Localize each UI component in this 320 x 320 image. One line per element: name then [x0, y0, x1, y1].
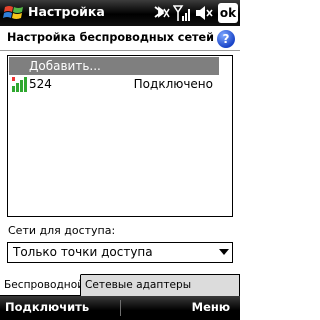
- connect-softkey[interactable]: Подключить: [5, 300, 89, 314]
- softkey-bar: Подключить Меню: [0, 296, 240, 320]
- network-list[interactable]: Добавить... 524 Подключено: [7, 55, 233, 217]
- page-heading: Настройка беспроводных сетей ?: [0, 26, 240, 52]
- app-title: Настройка: [28, 4, 105, 19]
- tab-network-adapters[interactable]: Сетевые адаптеры: [81, 274, 240, 296]
- tab-wireless[interactable]: Беспроводной: [0, 274, 84, 296]
- add-network-item[interactable]: Добавить...: [9, 57, 219, 75]
- page-title: Настройка беспроводных сетей: [7, 31, 214, 44]
- networks-to-access-label: Сети для доступа:: [8, 224, 116, 237]
- networks-to-access-select[interactable]: Только точки доступа: [7, 242, 233, 263]
- title-bar: Настройка ok: [0, 0, 240, 26]
- help-icon: ?: [222, 32, 230, 46]
- network-status: Подключено: [133, 77, 213, 91]
- softkey-divider: [120, 300, 121, 316]
- windows-start-icon[interactable]: [3, 3, 25, 23]
- wifi-signal-icon: [12, 77, 27, 92]
- network-name: 524: [29, 77, 52, 91]
- signal-strength-icon[interactable]: [173, 4, 191, 22]
- help-button[interactable]: ?: [217, 30, 235, 48]
- volume-muted-icon[interactable]: [194, 4, 214, 22]
- heading-divider: [0, 50, 240, 51]
- chevron-down-icon[interactable]: [219, 249, 229, 255]
- connectivity-icon[interactable]: [151, 4, 171, 22]
- list-item[interactable]: 524 Подключено: [9, 76, 231, 93]
- menu-softkey[interactable]: Меню: [192, 300, 230, 314]
- selected-option: Только точки доступа: [13, 245, 153, 259]
- ok-button[interactable]: ok: [218, 3, 238, 23]
